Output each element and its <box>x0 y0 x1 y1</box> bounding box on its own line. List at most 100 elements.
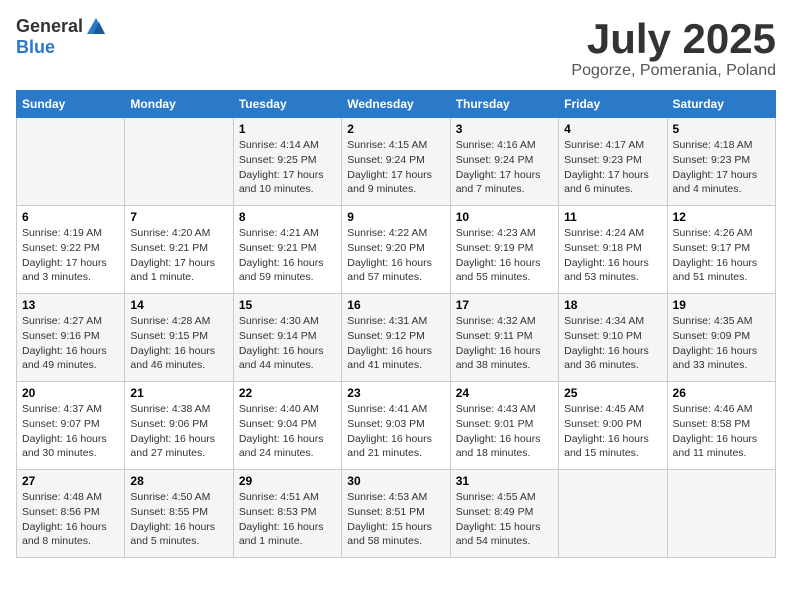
calendar-cell: 19Sunrise: 4:35 AMSunset: 9:09 PMDayligh… <box>667 294 775 382</box>
day-info: Sunrise: 4:53 AMSunset: 8:51 PMDaylight:… <box>347 490 444 549</box>
day-info: Sunrise: 4:51 AMSunset: 8:53 PMDaylight:… <box>239 490 336 549</box>
calendar-week-row: 13 Sunrise: 4:27 AMSunset: 9:16 PMDayligh… <box>17 294 776 382</box>
calendar-header-row: SundayMondayTuesdayWednesdayThursdayFrid… <box>17 91 776 118</box>
day-number: 21 <box>130 386 227 400</box>
day-number: 3 <box>456 122 553 136</box>
calendar-cell <box>559 470 667 558</box>
calendar-cell: 11Sunrise: 4:24 AMSunset: 9:18 PMDayligh… <box>559 206 667 294</box>
calendar-cell: 14 Sunrise: 4:28 AMSunset: 9:15 PMDayligh… <box>125 294 233 382</box>
day-info: Sunrise: 4:15 AMSunset: 9:24 PMDaylight:… <box>347 138 444 197</box>
calendar-cell: 28 Sunrise: 4:50 AMSunset: 8:55 PMDayligh… <box>125 470 233 558</box>
day-info: Sunrise: 4:35 AMSunset: 9:09 PMDaylight:… <box>673 314 770 373</box>
calendar-day-header: Wednesday <box>342 91 450 118</box>
logo-icon <box>85 16 107 38</box>
logo-general: General <box>16 17 83 37</box>
calendar-cell: 20 Sunrise: 4:37 AMSunset: 9:07 PMDayligh… <box>17 382 125 470</box>
day-number: 15 <box>239 298 336 312</box>
calendar-cell: 5Sunrise: 4:18 AMSunset: 9:23 PMDaylight… <box>667 118 775 206</box>
day-number: 23 <box>347 386 444 400</box>
calendar-cell: 9 Sunrise: 4:22 AMSunset: 9:20 PMDaylight… <box>342 206 450 294</box>
calendar-cell: 27 Sunrise: 4:48 AMSunset: 8:56 PMDayligh… <box>17 470 125 558</box>
day-number: 28 <box>130 474 227 488</box>
day-info: Sunrise: 4:32 AMSunset: 9:11 PMDaylight:… <box>456 314 553 373</box>
calendar-cell: 16 Sunrise: 4:31 AMSunset: 9:12 PMDayligh… <box>342 294 450 382</box>
calendar-day-header: Sunday <box>17 91 125 118</box>
day-info: Sunrise: 4:28 AMSunset: 9:15 PMDaylight:… <box>130 314 227 373</box>
day-info: Sunrise: 4:22 AMSunset: 9:20 PMDaylight:… <box>347 226 444 285</box>
calendar-location: Pogorze, Pomerania, Poland <box>571 62 776 80</box>
calendar-day-header: Saturday <box>667 91 775 118</box>
calendar-day-header: Thursday <box>450 91 558 118</box>
calendar-cell <box>125 118 233 206</box>
calendar-cell: 30 Sunrise: 4:53 AMSunset: 8:51 PMDayligh… <box>342 470 450 558</box>
day-info: Sunrise: 4:38 AMSunset: 9:06 PMDaylight:… <box>130 402 227 461</box>
day-info: Sunrise: 4:48 AMSunset: 8:56 PMDaylight:… <box>22 490 119 549</box>
day-info: Sunrise: 4:16 AMSunset: 9:24 PMDaylight:… <box>456 138 553 197</box>
calendar-cell: 23 Sunrise: 4:41 AMSunset: 9:03 PMDayligh… <box>342 382 450 470</box>
calendar-cell: 8Sunrise: 4:21 AMSunset: 9:21 PMDaylight… <box>233 206 341 294</box>
calendar-cell: 2Sunrise: 4:15 AMSunset: 9:24 PMDaylight… <box>342 118 450 206</box>
day-number: 12 <box>673 210 770 224</box>
day-number: 29 <box>239 474 336 488</box>
calendar-cell: 21 Sunrise: 4:38 AMSunset: 9:06 PMDayligh… <box>125 382 233 470</box>
calendar-cell: 10 Sunrise: 4:23 AMSunset: 9:19 PMDayligh… <box>450 206 558 294</box>
day-info: Sunrise: 4:27 AMSunset: 9:16 PMDaylight:… <box>22 314 119 373</box>
calendar-cell: 13 Sunrise: 4:27 AMSunset: 9:16 PMDayligh… <box>17 294 125 382</box>
day-info: Sunrise: 4:26 AMSunset: 9:17 PMDaylight:… <box>673 226 770 285</box>
day-info: Sunrise: 4:50 AMSunset: 8:55 PMDaylight:… <box>130 490 227 549</box>
calendar-cell: 25 Sunrise: 4:45 AMSunset: 9:00 PMDayligh… <box>559 382 667 470</box>
calendar-day-header: Monday <box>125 91 233 118</box>
day-number: 20 <box>22 386 119 400</box>
day-info: Sunrise: 4:37 AMSunset: 9:07 PMDaylight:… <box>22 402 119 461</box>
title-block: July 2025 Pogorze, Pomerania, Poland <box>571 16 776 80</box>
day-number: 25 <box>564 386 661 400</box>
calendar-week-row: 1 Sunrise: 4:14 AMSunset: 9:25 PMDaylight… <box>17 118 776 206</box>
page-header: General Blue July 2025 Pogorze, Pomerani… <box>16 16 776 80</box>
calendar-cell: 6 Sunrise: 4:19 AMSunset: 9:22 PMDaylight… <box>17 206 125 294</box>
day-number: 4 <box>564 122 661 136</box>
calendar-cell: 7Sunrise: 4:20 AMSunset: 9:21 PMDaylight… <box>125 206 233 294</box>
day-info: Sunrise: 4:45 AMSunset: 9:00 PMDaylight:… <box>564 402 661 461</box>
day-info: Sunrise: 4:23 AMSunset: 9:19 PMDaylight:… <box>456 226 553 285</box>
day-info: Sunrise: 4:34 AMSunset: 9:10 PMDaylight:… <box>564 314 661 373</box>
calendar-cell <box>17 118 125 206</box>
calendar-cell: 1 Sunrise: 4:14 AMSunset: 9:25 PMDaylight… <box>233 118 341 206</box>
day-number: 8 <box>239 210 336 224</box>
calendar-title: July 2025 <box>571 16 776 62</box>
day-info: Sunrise: 4:41 AMSunset: 9:03 PMDaylight:… <box>347 402 444 461</box>
day-number: 30 <box>347 474 444 488</box>
calendar-cell: 24Sunrise: 4:43 AMSunset: 9:01 PMDayligh… <box>450 382 558 470</box>
day-info: Sunrise: 4:31 AMSunset: 9:12 PMDaylight:… <box>347 314 444 373</box>
calendar-day-header: Tuesday <box>233 91 341 118</box>
day-number: 9 <box>347 210 444 224</box>
calendar-week-row: 20 Sunrise: 4:37 AMSunset: 9:07 PMDayligh… <box>17 382 776 470</box>
day-number: 17 <box>456 298 553 312</box>
day-number: 11 <box>564 210 661 224</box>
calendar-cell: 29 Sunrise: 4:51 AMSunset: 8:53 PMDayligh… <box>233 470 341 558</box>
calendar-cell <box>667 470 775 558</box>
day-number: 22 <box>239 386 336 400</box>
day-info: Sunrise: 4:14 AMSunset: 9:25 PMDaylight:… <box>239 138 336 197</box>
calendar-cell: 26Sunrise: 4:46 AMSunset: 8:58 PMDayligh… <box>667 382 775 470</box>
day-number: 16 <box>347 298 444 312</box>
day-number: 10 <box>456 210 553 224</box>
logo-blue: Blue <box>16 38 107 58</box>
day-number: 6 <box>22 210 119 224</box>
day-number: 14 <box>130 298 227 312</box>
day-info: Sunrise: 4:20 AMSunset: 9:21 PMDaylight:… <box>130 226 227 285</box>
day-number: 13 <box>22 298 119 312</box>
day-info: Sunrise: 4:18 AMSunset: 9:23 PMDaylight:… <box>673 138 770 197</box>
calendar-table: SundayMondayTuesdayWednesdayThursdayFrid… <box>16 90 776 558</box>
logo: General Blue <box>16 16 107 58</box>
calendar-cell: 17 Sunrise: 4:32 AMSunset: 9:11 PMDayligh… <box>450 294 558 382</box>
calendar-cell: 18Sunrise: 4:34 AMSunset: 9:10 PMDayligh… <box>559 294 667 382</box>
calendar-cell: 15Sunrise: 4:30 AMSunset: 9:14 PMDayligh… <box>233 294 341 382</box>
calendar-week-row: 27 Sunrise: 4:48 AMSunset: 8:56 PMDayligh… <box>17 470 776 558</box>
calendar-cell: 4Sunrise: 4:17 AMSunset: 9:23 PMDaylight… <box>559 118 667 206</box>
day-number: 26 <box>673 386 770 400</box>
day-number: 27 <box>22 474 119 488</box>
day-info: Sunrise: 4:19 AMSunset: 9:22 PMDaylight:… <box>22 226 119 285</box>
calendar-cell: 12 Sunrise: 4:26 AMSunset: 9:17 PMDayligh… <box>667 206 775 294</box>
day-number: 1 <box>239 122 336 136</box>
calendar-cell: 31Sunrise: 4:55 AMSunset: 8:49 PMDayligh… <box>450 470 558 558</box>
